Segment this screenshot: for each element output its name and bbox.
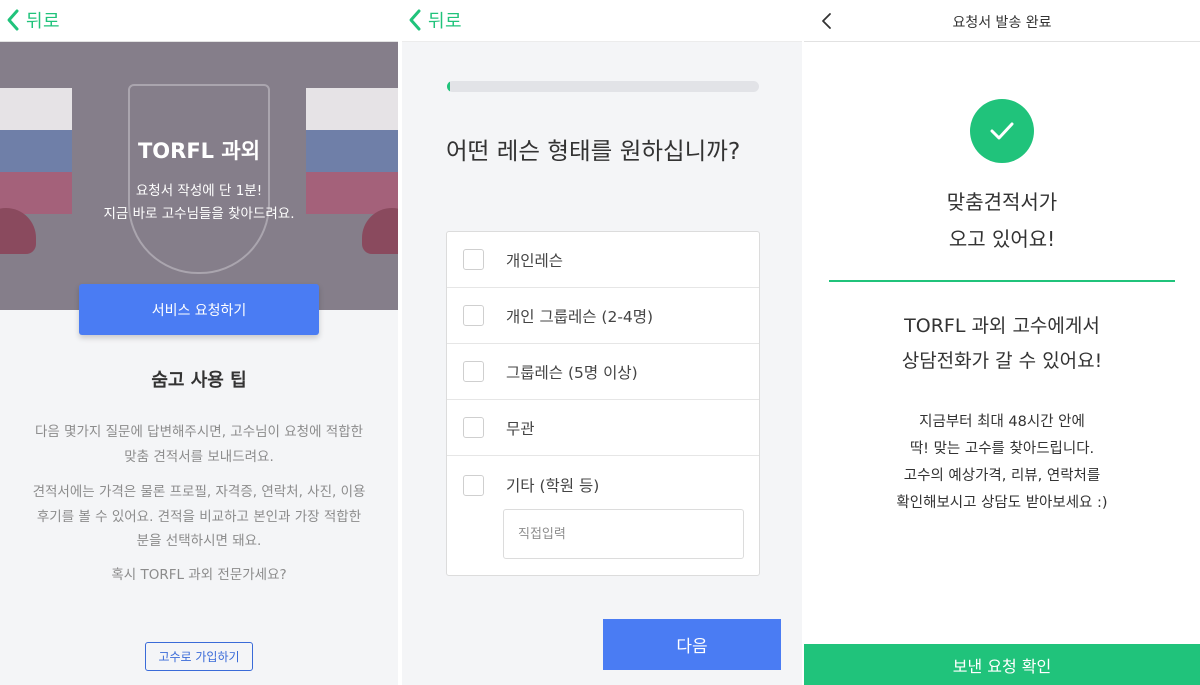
top-bar: 뒤로 xyxy=(402,0,802,42)
top-bar: 요청서 발송 완료 xyxy=(804,0,1200,42)
view-sent-requests-button[interactable]: 보낸 요청 확인 xyxy=(804,644,1200,685)
success-badge xyxy=(970,99,1034,163)
question-title: 어떤 레슨 형태를 원하십니까? xyxy=(446,137,741,165)
tip-text: 견적서에는 가격은 물론 프로필, 자격증, 연락처, 사진, 이용 xyxy=(32,484,366,500)
message-line2: 상담전화가 갈 수 있어요! xyxy=(901,350,1103,372)
option-label: 개인레슨 xyxy=(506,251,564,270)
headline-line2: 오고 있어요! xyxy=(948,227,1056,251)
progress-bar xyxy=(447,81,759,92)
direct-input-field[interactable] xyxy=(503,509,744,559)
option-group-lesson[interactable]: 그룹레슨 (5명 이상) xyxy=(447,344,759,400)
tip-text: 분을 선택하시면 돼요. xyxy=(136,533,262,549)
option-checkbox[interactable] xyxy=(463,249,484,270)
option-checkbox[interactable] xyxy=(463,474,484,496)
hero-title: TORFL 과외 xyxy=(137,139,261,163)
checkmark-icon xyxy=(990,122,1014,140)
options-list: 개인레슨 개인 그룹레슨 (2-4명) 그룹레슨 (5명 이상) 무관 기타 (… xyxy=(446,231,760,576)
intro-screen: TORFL 과외 요청서 작성에 단 1분! 지금 바로 고수님들을 찾아드려요… xyxy=(0,0,398,685)
chevron-left-icon xyxy=(409,9,421,31)
hero-subtitle-line1: 요청서 작성에 단 1분! xyxy=(135,183,263,199)
detail-line: 확인해보시고 상담도 받아보세요 :) xyxy=(896,495,1108,511)
hero-banner: TORFL 과외 요청서 작성에 단 1분! 지금 바로 고수님들을 찾아드려요… xyxy=(0,42,398,310)
request-sent-screen: 요청서 발송 완료 맞춤견적서가 오고 있어요! TORFL 과외 고수에게서 … xyxy=(804,0,1200,685)
page-title: 요청서 발송 완료 xyxy=(952,15,1052,31)
detail-line: 딱! 맞는 고수를 찾아드립니다. xyxy=(909,441,1095,457)
option-private-lesson[interactable]: 개인레슨 xyxy=(447,232,759,288)
top-bar: 뒤로 xyxy=(0,0,398,42)
tip-text: 다음 몇가지 질문에 답변해주시면, 고수님이 요청에 적합한 xyxy=(34,424,364,440)
detail-line: 지금부터 최대 48시간 안에 xyxy=(919,414,1085,430)
option-small-group-lesson[interactable]: 개인 그룹레슨 (2-4명) xyxy=(447,288,759,344)
option-other[interactable]: 기타 (학원 등) xyxy=(447,457,759,513)
tip-text: 맞춤 견적서를 보내드려요. xyxy=(124,449,274,465)
option-no-preference[interactable]: 무관 xyxy=(447,400,759,456)
divider xyxy=(829,280,1175,282)
tips-title: 숨고 사용 팁 xyxy=(151,370,247,391)
back-label: 뒤로 xyxy=(26,11,61,32)
chevron-left-icon xyxy=(7,9,19,31)
detail-line: 고수의 예상가격, 리뷰, 연락처를 xyxy=(903,468,1101,484)
option-checkbox[interactable] xyxy=(463,417,484,438)
next-button[interactable]: 다음 xyxy=(603,619,781,670)
option-checkbox[interactable] xyxy=(463,361,484,382)
option-label: 기타 (학원 등) xyxy=(506,477,600,495)
option-label: 무관 xyxy=(506,419,535,438)
request-service-button[interactable]: 서비스 요청하기 xyxy=(79,284,319,335)
message-line1: TORFL 과외 고수에게서 xyxy=(904,315,1100,337)
headline-line1: 맞춤견적서가 xyxy=(946,190,1058,214)
hero-subtitle-line2: 지금 바로 고수님들을 찾아드려요. xyxy=(103,206,295,222)
back-button[interactable]: 뒤로 xyxy=(408,6,462,34)
back-button[interactable]: 뒤로 xyxy=(6,6,60,34)
question-screen: 뒤로 어떤 레슨 형태를 원하십니까? 개인레슨 개인 그룹레슨 (2-4명) … xyxy=(402,0,802,685)
progress-fill xyxy=(447,81,451,92)
join-as-expert-button[interactable]: 고수로 가입하기 xyxy=(145,642,253,671)
option-label: 개인 그룹레슨 (2-4명) xyxy=(506,307,654,326)
option-checkbox[interactable] xyxy=(463,305,484,326)
tip-text: 후기를 볼 수 있어요. 견적을 비교하고 본인과 가장 적합한 xyxy=(36,509,362,525)
back-label: 뒤로 xyxy=(428,11,463,32)
option-label: 그룹레슨 (5명 이상) xyxy=(506,363,638,382)
expert-question: 혹시 TORFL 과외 전문가세요? xyxy=(111,567,287,583)
